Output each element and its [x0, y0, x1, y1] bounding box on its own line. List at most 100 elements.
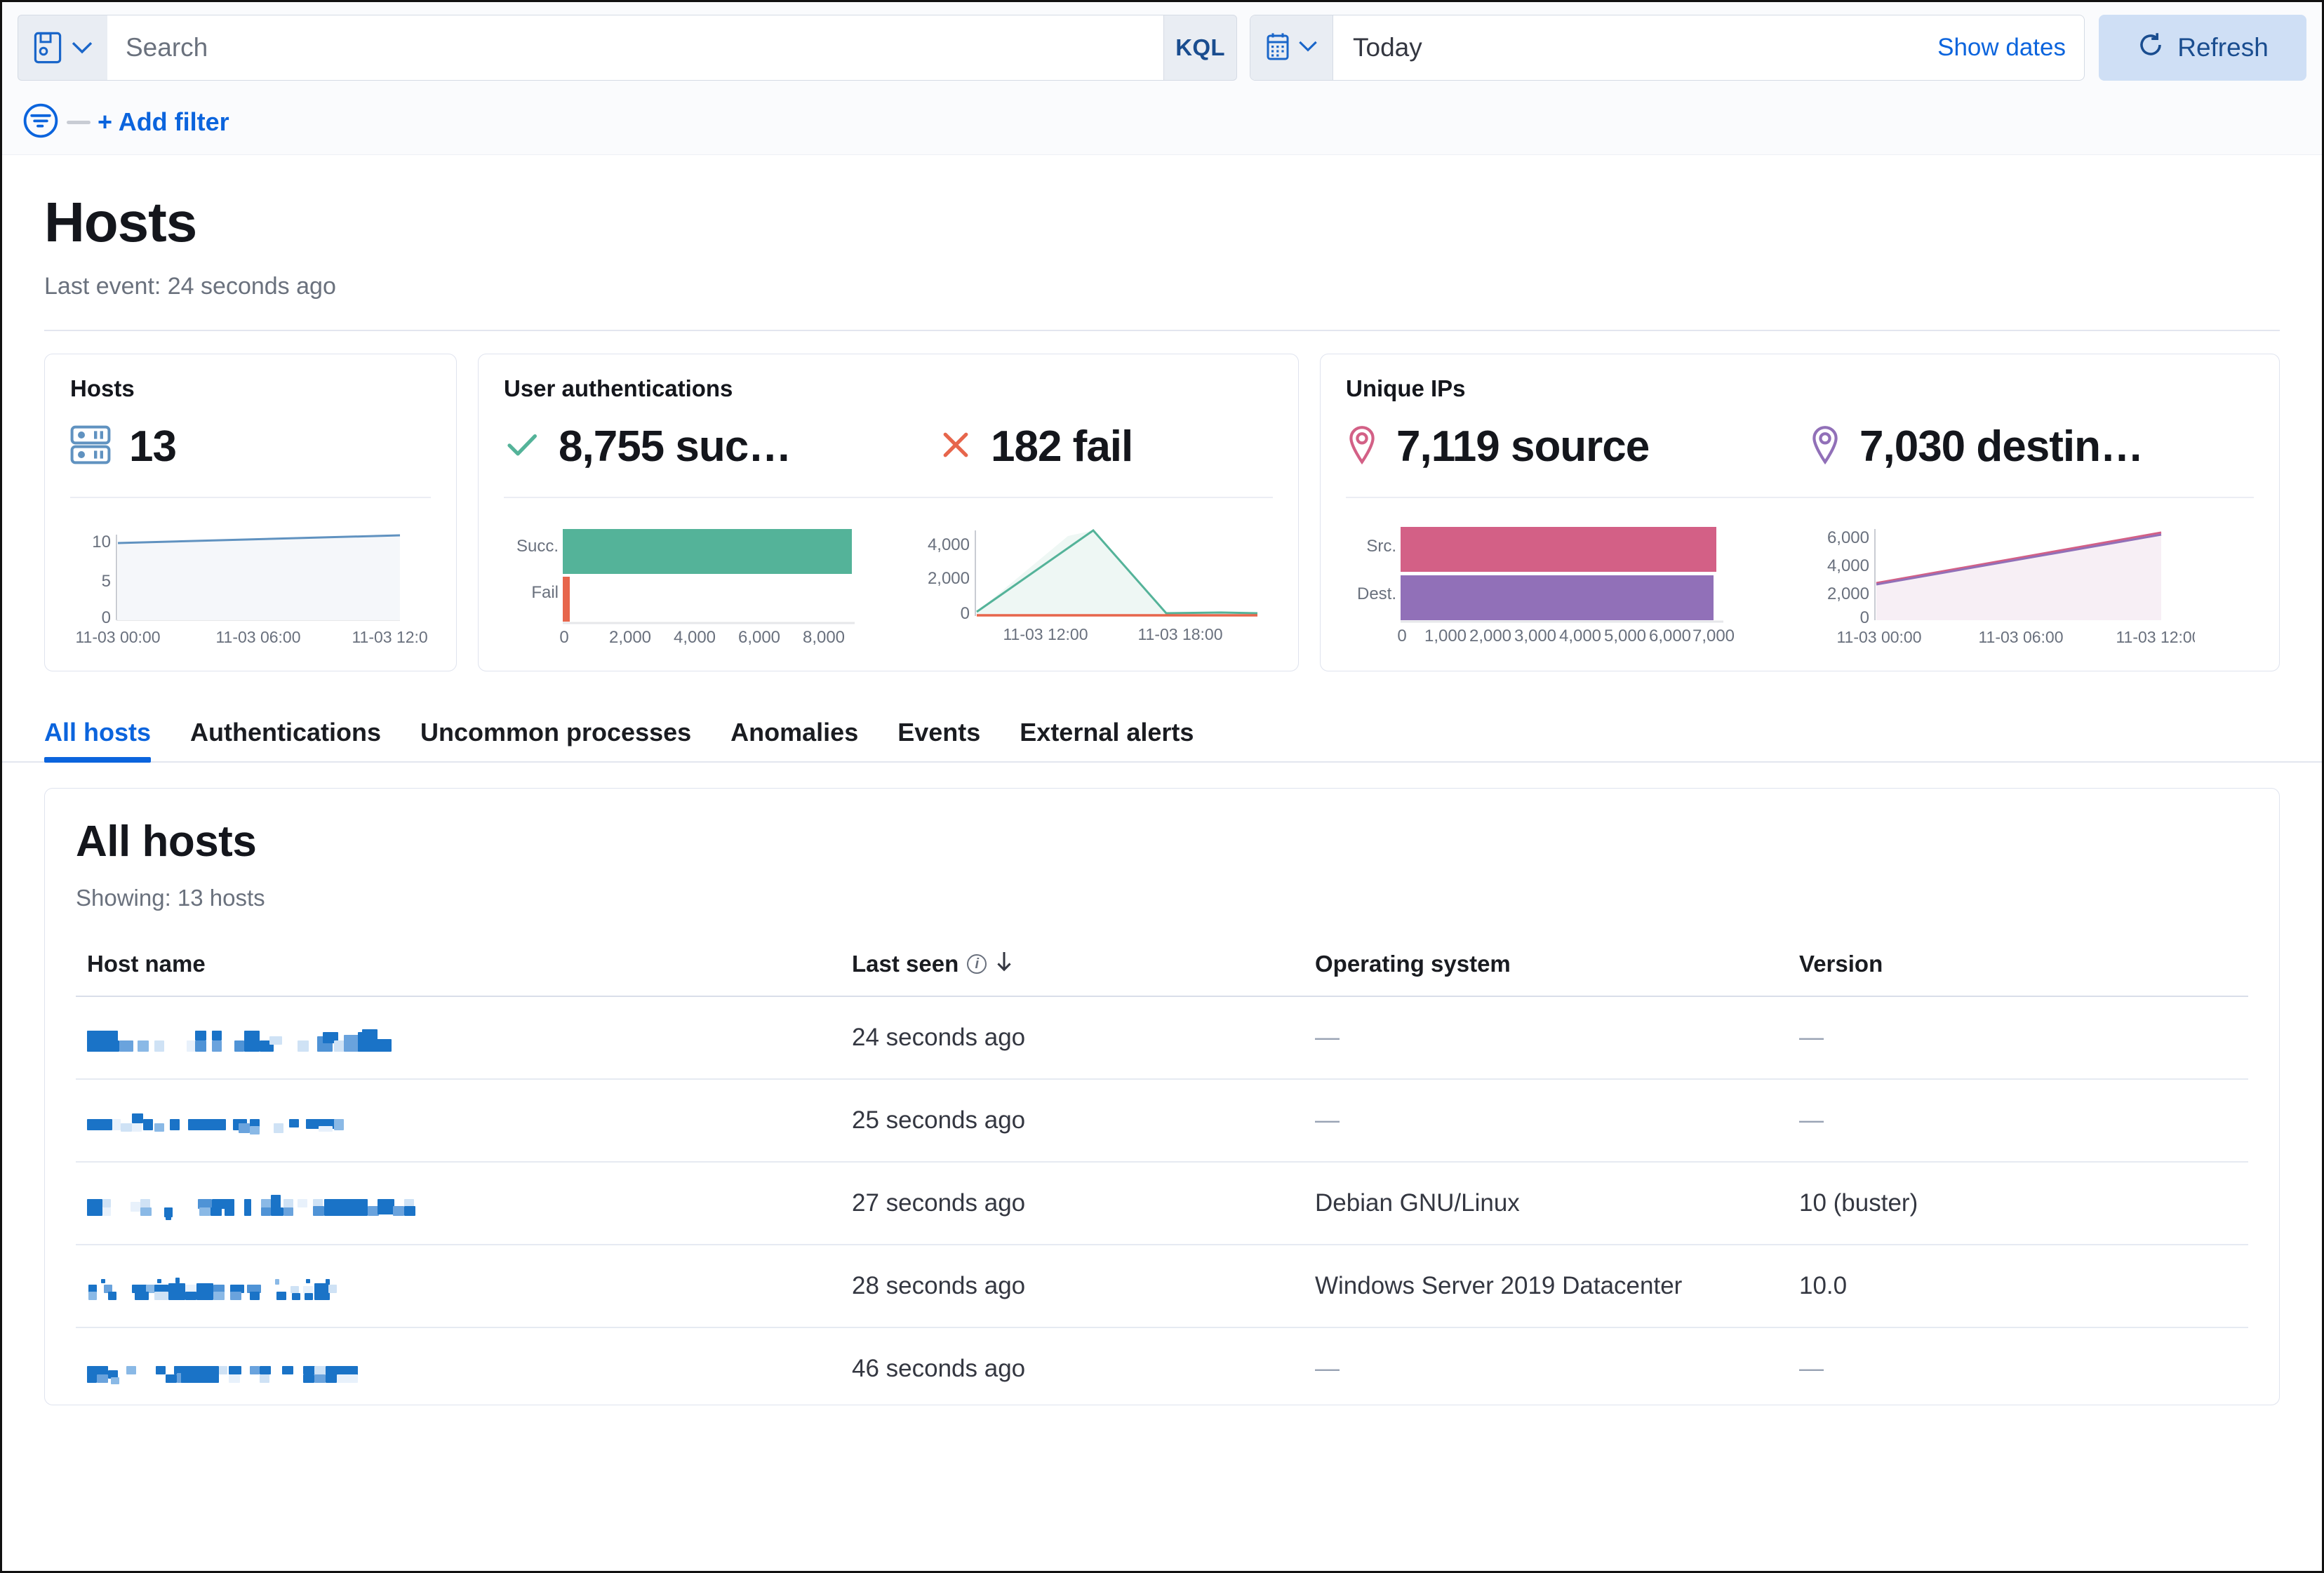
filter-row: + Add filter — [18, 99, 2306, 145]
table-row[interactable]: 46 seconds ago — — — [76, 1327, 2248, 1405]
date-quick-select-button[interactable] — [1250, 15, 1333, 80]
column-header-version[interactable]: Version — [1788, 951, 2248, 997]
refresh-button[interactable]: Refresh — [2099, 15, 2306, 81]
tab-external-alerts[interactable]: External alerts — [1020, 718, 1194, 761]
host-name-cell[interactable] — [76, 996, 841, 1080]
version-cell: — — [1788, 1079, 2248, 1163]
last-seen-cell: 27 seconds ago — [841, 1162, 1304, 1245]
svg-text:0: 0 — [1860, 608, 1869, 627]
all-hosts-panel: All hosts Showing: 13 hosts Host name La… — [44, 788, 2280, 1405]
svg-text:6,000: 6,000 — [1827, 528, 1869, 547]
column-header-operating-system[interactable]: Operating system — [1304, 951, 1788, 997]
host-name-cell[interactable] — [76, 1162, 841, 1245]
column-header-host-name[interactable]: Host name — [76, 951, 841, 997]
host-tabs: All hosts Authentications Uncommon proce… — [2, 697, 2322, 763]
svg-text:4,000: 4,000 — [674, 628, 716, 647]
sort-desc-icon[interactable] — [995, 951, 1013, 977]
tab-authentications[interactable]: Authentications — [190, 718, 381, 761]
unique-ips-destination-value: 7,030 destin… — [1859, 422, 2144, 471]
column-header-last-seen[interactable]: Last seen i — [841, 951, 1304, 997]
chevron-down-icon — [1298, 40, 1318, 56]
os-header-label: Operating system — [1315, 951, 1511, 977]
hosts-count-group: 13 — [70, 422, 177, 471]
kql-language-button[interactable]: KQL — [1164, 15, 1237, 81]
auth-area-chart: 4,000 2,000 0 11-03 12:00 11-03 18:00 — [928, 529, 1258, 643]
svg-text:0: 0 — [102, 608, 111, 627]
operating-system-cell: Debian GNU/Linux — [1304, 1162, 1788, 1245]
table-row[interactable]: 27 seconds ago Debian GNU/Linux 10 (bust… — [76, 1162, 2248, 1245]
svg-text:7,000: 7,000 — [1692, 627, 1735, 645]
hosts-area-chart: 10 5 0 11-03 00:00 11-03 06:00 11-03 12:… — [75, 533, 428, 646]
host-name-cell[interactable] — [76, 1245, 841, 1328]
svg-text:8,000: 8,000 — [803, 628, 845, 647]
svg-text:4,000: 4,000 — [1827, 556, 1869, 575]
info-icon[interactable]: i — [967, 954, 987, 974]
svg-text:11-03 12:00: 11-03 12:00 — [1003, 625, 1088, 643]
unique-ips-card-divider — [1346, 497, 2254, 498]
all-hosts-title: All hosts — [76, 817, 257, 866]
svg-text:2,000: 2,000 — [928, 569, 970, 588]
svg-text:Dest.: Dest. — [1357, 584, 1396, 603]
map-marker-icon — [1346, 425, 1378, 468]
date-picker[interactable]: Today Show dates — [1250, 15, 2085, 81]
chevron-down-icon — [72, 41, 93, 55]
svg-text:10: 10 — [92, 533, 111, 551]
svg-text:11-03 12:00: 11-03 12:00 — [352, 628, 428, 646]
tab-events[interactable]: Events — [897, 718, 980, 761]
show-dates-button[interactable]: Show dates — [1937, 15, 2084, 80]
unique-ips-destination-group: 7,030 destin… — [1809, 422, 2144, 471]
hosts-chart: 10 5 0 11-03 00:00 11-03 06:00 11-03 12:… — [70, 516, 431, 650]
filter-options-button[interactable] — [18, 102, 64, 142]
calendar-icon — [1266, 32, 1290, 65]
table-row[interactable]: 25 seconds ago — — — [76, 1079, 2248, 1163]
version-cell: 10 (buster) — [1788, 1162, 2248, 1245]
svg-text:4,000: 4,000 — [928, 535, 970, 554]
svg-text:11-03 00:00: 11-03 00:00 — [1836, 628, 1921, 646]
table-row[interactable]: 24 seconds ago — — — [76, 996, 2248, 1080]
last-seen-header-label: Last seen — [852, 951, 959, 977]
filter-icon — [22, 102, 59, 142]
tab-anomalies[interactable]: Anomalies — [730, 718, 858, 761]
redacted-host-name — [87, 1022, 841, 1053]
saved-query-button[interactable] — [18, 15, 107, 81]
auth-card-divider — [504, 497, 1273, 498]
last-seen-cell: 28 seconds ago — [841, 1245, 1304, 1328]
table-header-row: Host name Last seen i Operating system V… — [76, 951, 2248, 997]
svg-text:Succ.: Succ. — [516, 537, 559, 556]
tab-uncommon-processes[interactable]: Uncommon processes — [420, 718, 691, 761]
unique-ips-area-chart: 6,000 4,000 2,000 0 11-03 00:00 11-03 06… — [1827, 528, 2195, 646]
svg-text:3,000: 3,000 — [1514, 627, 1556, 645]
refresh-label: Refresh — [2177, 33, 2269, 62]
redacted-host-name — [87, 1105, 841, 1136]
unique-ips-source-group: 7,119 source — [1346, 422, 1809, 471]
unique-ips-card-title: Unique IPs — [1346, 375, 1466, 401]
host-name-header-label: Host name — [87, 951, 206, 977]
last-seen-cell: 46 seconds ago — [841, 1327, 1304, 1405]
saved-query-icon — [34, 32, 62, 64]
auth-success-value: 8,755 suc… — [559, 422, 792, 471]
search-field-wrapper[interactable] — [107, 15, 1164, 81]
hosts-card-title: Hosts — [70, 375, 135, 401]
host-name-cell[interactable] — [76, 1327, 841, 1405]
tab-all-hosts[interactable]: All hosts — [44, 718, 152, 763]
operating-system-cell: — — [1304, 1327, 1788, 1405]
hosts-stat-row: 13 — [70, 422, 431, 471]
svg-text:11-03 00:00: 11-03 00:00 — [75, 628, 160, 646]
svg-text:11-03 06:00: 11-03 06:00 — [215, 628, 300, 646]
svg-text:2,000: 2,000 — [1827, 584, 1869, 603]
table-row[interactable]: 28 seconds ago Windows Server 2019 Datac… — [76, 1245, 2248, 1328]
operating-system-cell: Windows Server 2019 Datacenter — [1304, 1245, 1788, 1328]
svg-text:6,000: 6,000 — [738, 628, 780, 647]
host-name-cell[interactable] — [76, 1079, 841, 1163]
search-input[interactable] — [126, 33, 1145, 62]
last-seen-cell: 25 seconds ago — [841, 1079, 1304, 1163]
operating-system-cell: — — [1304, 996, 1788, 1080]
authentications-card-title: User authentications — [504, 375, 733, 401]
svg-text:11-03 12:00: 11-03 12:00 — [2116, 628, 2195, 646]
auth-fail-value: 182 fail — [991, 422, 1133, 471]
svg-text:1,000: 1,000 — [1424, 627, 1467, 645]
server-icon — [70, 425, 111, 468]
auth-fail-group: 182 fail — [939, 422, 1133, 471]
add-filter-button[interactable]: + Add filter — [98, 107, 229, 137]
date-range-value[interactable]: Today — [1333, 15, 1937, 80]
